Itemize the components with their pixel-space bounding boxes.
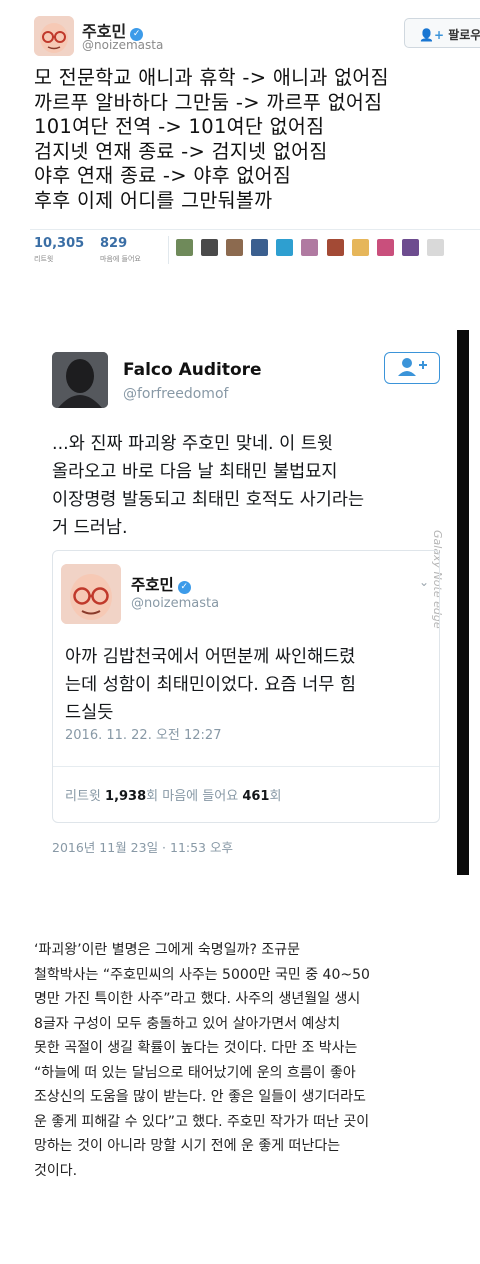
tweet-line: 후후 이제 어디를 그만둬볼까 <box>34 188 273 212</box>
tweet-line: ...와 진짜 파괴왕 주호민 맞네. 이 트윗 <box>52 434 334 454</box>
liker-avatar[interactable] <box>401 239 419 256</box>
divider <box>53 766 439 767</box>
article-line: 못한 곡절이 생길 확률이 높다는 것이다. 다만 조 박사는 <box>34 1040 358 1056</box>
user-handle[interactable]: @noizemasta <box>131 596 219 611</box>
article-line: 운 좋게 피해갈 수 있다”고 했다. 주호민 작가가 떠난 곳이 <box>34 1113 370 1130</box>
verified-badge-icon: ✓ <box>177 581 191 594</box>
liker-avatar[interactable] <box>426 239 444 256</box>
tweet-line: 거 드러남. <box>52 518 128 538</box>
add-user-icon <box>398 358 427 376</box>
user-name[interactable]: Falco Auditore <box>123 360 262 380</box>
article-line: 조상신의 도움을 많이 받는다. 안 좋은 일들이 생기더라도 <box>34 1089 366 1105</box>
retweet-stat[interactable]: 10,305 리트윗 <box>34 236 84 264</box>
liker-avatar[interactable] <box>176 239 193 256</box>
tweet-line: 검지넷 연재 종료 -> 검지넷 없어짐 <box>34 139 328 163</box>
tweet-text: 아까 김밥천국에서 어떤분께 싸인해드렸 는데 성함이 최태민이었다. 요즘 너… <box>65 643 435 727</box>
article-line: 철학박사는 “주호민씨의 사주는 5000만 국민 중 40~50 <box>34 966 370 983</box>
article-line: 명만 가진 특이한 사주”라고 했다. 사주의 생년월일 생시 <box>34 991 361 1007</box>
liker-avatar[interactable] <box>226 239 244 256</box>
follow-button[interactable]: 👤+ 팔로우 <box>404 18 480 48</box>
like-count: 461 <box>242 789 270 804</box>
article-line: 8글자 구성이 모두 충돌하고 있어 살아가면서 예상치 <box>34 1015 341 1032</box>
divider <box>30 229 480 230</box>
quoted-tweet-card[interactable]: 주호민 ✓ @noizemasta ⌄ 아까 김밥천국에서 어떤분께 싸인해드렸 … <box>52 550 440 823</box>
user-handle[interactable]: @noizemasta <box>82 38 163 52</box>
quote-tweet-screenshot: Galaxy Note edge Falco Auditore @forfree… <box>0 330 480 875</box>
like-stat[interactable]: 829 마음에 들어요 <box>100 236 141 264</box>
tweet-line: 모 전문학교 애니과 휴학 -> 애니과 없어짐 <box>34 66 389 89</box>
article-paragraph: ‘파괴왕’이란 별명은 그에게 숙명일까? 조규문 철학박사는 “주호민씨의 사… <box>34 938 464 1183</box>
chevron-down-icon[interactable]: ⌄ <box>419 575 429 589</box>
liker-avatar[interactable] <box>351 239 369 256</box>
tweet-line: 까르푸 알바하다 그만둠 -> 까르푸 없어짐 <box>34 90 383 114</box>
liker-avatars[interactable] <box>176 239 447 258</box>
avatar[interactable] <box>52 352 108 408</box>
tweet-line: 야후 연재 종료 -> 야후 없어짐 <box>34 164 292 187</box>
liker-avatar[interactable] <box>301 239 319 256</box>
tweet-line: 101여단 전역 -> 101여단 없어짐 <box>34 115 325 138</box>
divider <box>168 236 169 264</box>
liker-avatar[interactable] <box>326 239 344 256</box>
tweet-text: 모 전문학교 애니과 휴학 -> 애니과 없어짐 까르푸 알바하다 그만둠 ->… <box>34 66 474 213</box>
avatar[interactable] <box>34 16 74 56</box>
liker-avatar[interactable] <box>276 239 294 256</box>
engagement-stats[interactable]: 리트윗 1,938회 마음에 들어요 461회 <box>65 785 281 804</box>
avatar[interactable] <box>61 564 121 624</box>
retweet-count: 1,938 <box>105 789 147 804</box>
user-name[interactable]: 주호민 ✓ <box>131 573 191 595</box>
article-line: 것이다. <box>34 1162 78 1179</box>
add-user-icon: 👤+ <box>419 28 444 42</box>
tweet-card: 주호민 ✓ @noizemasta 👤+ 팔로우 모 전문학교 애니과 휴학 ->… <box>0 0 480 270</box>
screen-edge <box>457 330 469 875</box>
article-line: ‘파괴왕’이란 별명은 그에게 숙명일까? 조규문 <box>34 942 300 958</box>
tweet-timestamp: 2016년 11월 23일 · 11:53 오후 <box>52 840 233 855</box>
user-handle[interactable]: @forfreedomof <box>123 386 228 402</box>
liker-avatar[interactable] <box>201 239 219 256</box>
liker-avatar[interactable] <box>376 239 394 256</box>
tweet-line: 아까 김밥천국에서 어떤분께 싸인해드렸 <box>65 647 356 667</box>
tweet-line: 이장명령 발동되고 최태민 호적도 사기라는 <box>52 490 365 510</box>
liker-avatar[interactable] <box>251 239 269 256</box>
tweet-timestamp[interactable]: 2016. 11. 22. 오전 12:27 <box>65 724 221 743</box>
tweet-line: 올라오고 바로 다음 날 최태민 불법묘지 <box>52 462 338 482</box>
tweet-text: ...와 진짜 파괴왕 주호민 맞네. 이 트윗 올라오고 바로 다음 날 최태… <box>52 430 452 542</box>
avatar-face-icon <box>34 16 74 56</box>
article-line: 망하는 것이 아니라 망할 시기 전에 운 좋게 떠난다는 <box>34 1138 341 1154</box>
hooded-figure-icon <box>52 352 108 408</box>
tweet-line: 드실듯 <box>65 703 114 723</box>
tweet-line: 는데 성함이 최태민이었다. 요즘 너무 힘 <box>65 675 356 695</box>
avatar-face-icon <box>61 564 121 624</box>
follow-button[interactable] <box>384 352 440 384</box>
article-line: “하늘에 떠 있는 달님으로 태어났기에 운의 흐름이 좋아 <box>34 1064 356 1081</box>
